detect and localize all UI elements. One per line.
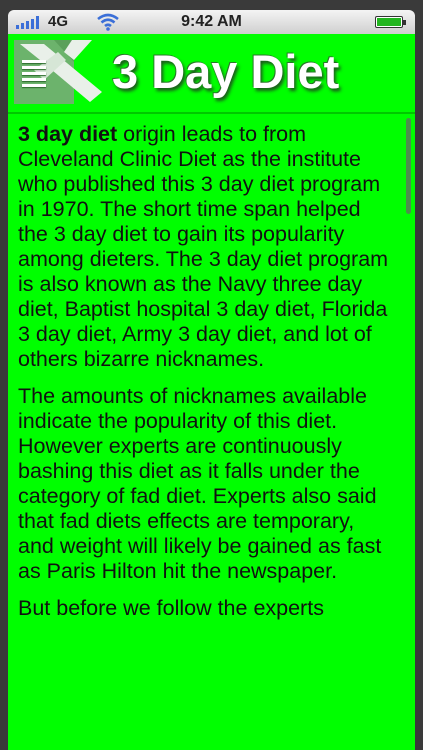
article-paragraph-1-text: origin leads to from Cleveland Clinic Di… bbox=[18, 122, 389, 371]
article-paragraph-2: The amounts of nicknames available indic… bbox=[18, 384, 382, 583]
app-header: 3 Day Diet bbox=[8, 34, 415, 114]
article-paragraph-3: But before we follow the experts bbox=[18, 596, 324, 620]
app-screen: 3 Day Diet 3 day diet origin leads to fr… bbox=[8, 34, 415, 750]
article-content[interactable]: 3 day diet origin leads to from Clevelan… bbox=[18, 122, 392, 750]
battery-icon bbox=[375, 16, 406, 28]
article-keyword: 3 day diet bbox=[18, 122, 118, 146]
article-paragraph-1: 3 day diet origin leads to from Clevelan… bbox=[18, 122, 392, 372]
menu-icon[interactable] bbox=[22, 60, 50, 88]
app-title: 3 Day Diet bbox=[112, 45, 340, 98]
status-bar: 4G 9:42 AM bbox=[8, 10, 415, 34]
scrollbar[interactable] bbox=[406, 118, 411, 214]
clock: 9:42 AM bbox=[181, 13, 242, 30]
